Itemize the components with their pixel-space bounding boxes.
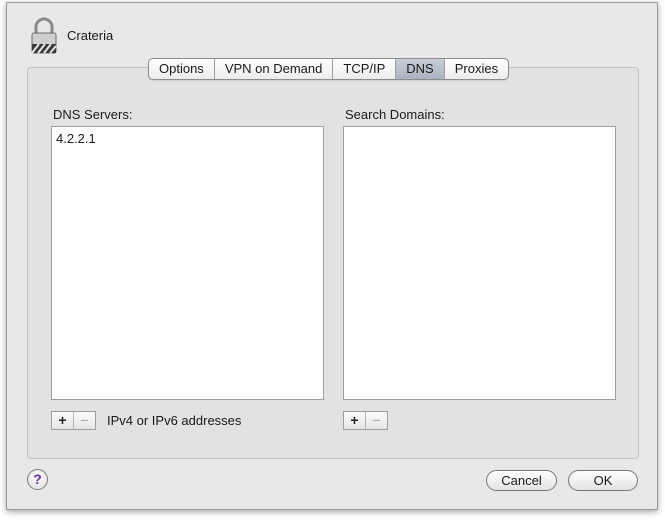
tab-tcp-ip[interactable]: TCP/IP xyxy=(333,59,397,79)
add-search-domain-button[interactable]: + xyxy=(344,412,365,429)
remove-dns-server-button[interactable]: − xyxy=(73,412,95,429)
add-dns-server-button[interactable]: + xyxy=(52,412,73,429)
dns-servers-list[interactable]: 4.2.2.1 xyxy=(51,126,324,400)
remove-search-domain-button[interactable]: − xyxy=(365,412,387,429)
tab-proxies[interactable]: Proxies xyxy=(445,59,508,79)
ok-button[interactable]: OK xyxy=(568,470,638,491)
tab-dns[interactable]: DNS xyxy=(396,59,445,79)
dns-servers-label: DNS Servers: xyxy=(53,107,133,122)
tab-bar: Options VPN on Demand TCP/IP DNS Proxies xyxy=(148,58,510,80)
list-item[interactable]: 4.2.2.1 xyxy=(56,131,319,147)
dns-servers-add-remove: + − xyxy=(51,411,96,430)
cancel-button[interactable]: Cancel xyxy=(486,470,557,491)
lock-icon xyxy=(31,17,57,54)
connection-name: Crateria xyxy=(67,28,114,43)
search-domains-label: Search Domains: xyxy=(345,107,445,122)
search-domains-add-remove: + − xyxy=(343,411,388,430)
tab-panel: DNS Servers: 4.2.2.1 + − IPv4 or IPv6 ad… xyxy=(27,67,639,459)
dns-hint-text: IPv4 or IPv6 addresses xyxy=(107,413,242,428)
tab-vpn-on-demand[interactable]: VPN on Demand xyxy=(215,59,334,79)
network-settings-sheet: Crateria DNS Servers: 4.2.2.1 + − IPv4 o… xyxy=(6,2,658,510)
tab-options[interactable]: Options xyxy=(149,59,215,79)
help-icon[interactable]: ? xyxy=(27,469,48,490)
search-domains-list[interactable] xyxy=(343,126,616,400)
